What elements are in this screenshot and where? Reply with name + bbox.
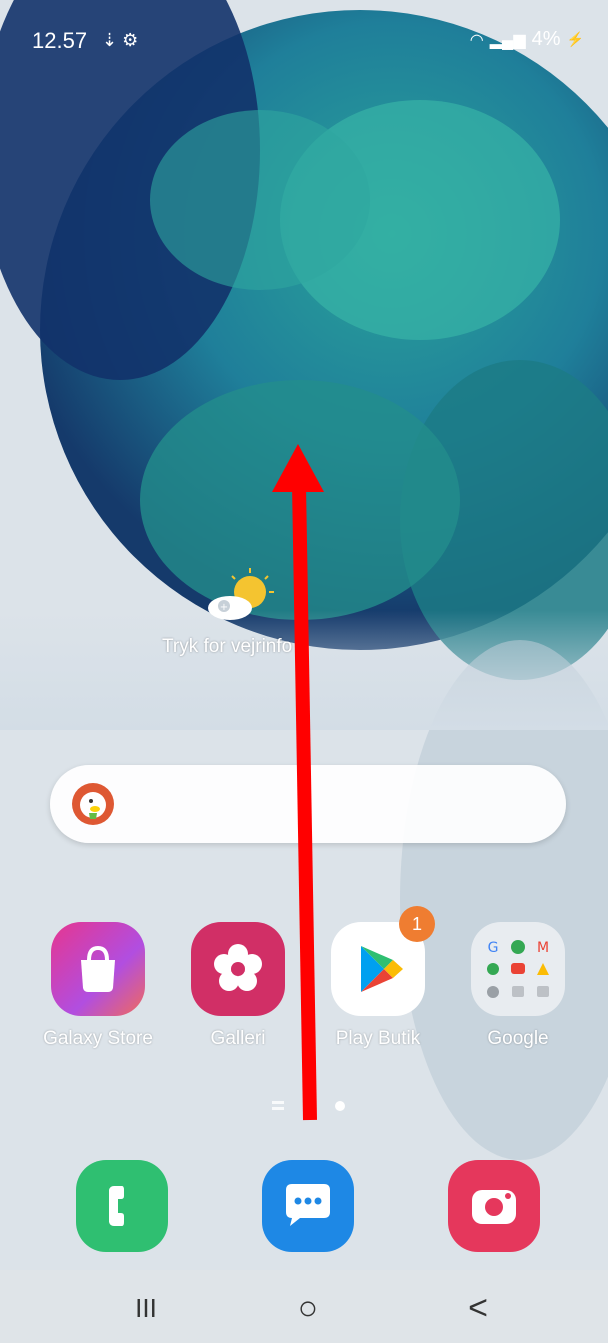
app-galaxy-store[interactable]: Galaxy Store — [38, 922, 158, 1050]
app-label: Galaxy Store — [43, 1028, 153, 1049]
signal-icon: ▂▄▆ — [489, 31, 526, 49]
status-bar: 12.57 ⇣ ⚙ ◠ ▂▄▆ 4% ⚡ — [0, 0, 608, 60]
home-button[interactable]: ○ — [278, 1288, 338, 1328]
folder-google[interactable]: G M Google — [458, 922, 578, 1050]
status-right: ◠ ▂▄▆ 4% ⚡ — [470, 28, 584, 51]
galaxy-store-icon — [51, 922, 145, 1016]
battery-charging-icon: ⚡ — [566, 31, 584, 47]
battery-percent: 4% — [531, 28, 561, 50]
back-button[interactable]: < — [448, 1288, 508, 1328]
google-folder-icon: G M — [471, 922, 565, 1016]
weather-icon[interactable]: + — [200, 566, 280, 626]
phone-app-icon[interactable] — [76, 1160, 168, 1252]
gallery-flower-icon — [191, 922, 285, 1016]
gear-icon: ⚙ — [122, 30, 139, 50]
camera-app-icon[interactable] — [448, 1160, 540, 1252]
wifi-icon: ◠ — [469, 31, 484, 49]
app-galleri[interactable]: Galleri — [178, 922, 298, 1050]
recents-button[interactable]: III — [116, 1288, 176, 1328]
page-indicator — [272, 1101, 345, 1111]
notification-badge: 1 — [399, 906, 435, 942]
duckduckgo-icon — [72, 783, 114, 825]
wallpaper — [0, 0, 608, 1343]
navigation-bar: III ○ < — [0, 1270, 608, 1343]
app-label: Galleri — [210, 1028, 266, 1049]
messages-app-icon[interactable] — [262, 1160, 354, 1252]
app-label: Play Butik — [335, 1028, 421, 1049]
app-play-butik[interactable]: 1 Play Butik — [318, 906, 438, 1050]
weather-label[interactable]: Tryk for vejrinfo — [162, 636, 292, 658]
svg-text:G: G — [488, 940, 499, 956]
app-label: Google — [487, 1028, 549, 1049]
status-notification-icons: ⇣ ⚙ — [102, 30, 138, 51]
status-time: 12.57 — [32, 28, 88, 53]
download-icon: ⇣ — [102, 30, 118, 50]
svg-text:+: + — [220, 602, 228, 613]
svg-text:M: M — [537, 940, 549, 956]
home-screen: 12.57 ⇣ ⚙ ◠ ▂▄▆ 4% ⚡ + Tryk for vejrinfo — [0, 0, 608, 1343]
search-bar[interactable] — [50, 765, 566, 843]
play-store-icon: 1 — [331, 906, 435, 1016]
